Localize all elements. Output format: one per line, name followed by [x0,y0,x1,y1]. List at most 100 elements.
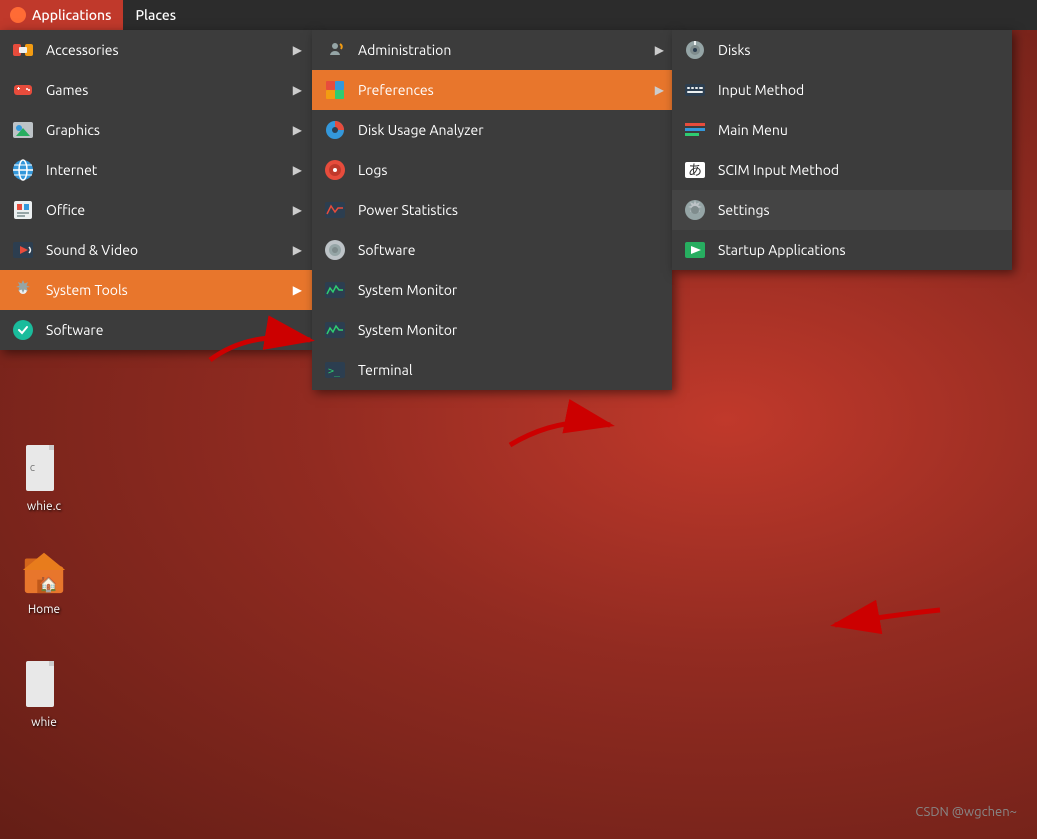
menu-item-sound-video[interactable]: Sound & Video ▶ [0,230,312,270]
whie-c-label: whie.c [27,500,61,513]
administration-icon [322,37,348,63]
administration-arrow: ▶ [655,43,664,57]
menu-item-internet[interactable]: Internet ▶ [0,150,312,190]
main-menu-label: Main Menu [718,122,788,138]
whie-c-img: C [20,440,68,496]
submenu-item-preferences[interactable]: Preferences ▶ [312,70,672,110]
menu-item-office[interactable]: Office ▶ [0,190,312,230]
pref-item-settings[interactable]: Settings [672,190,1012,230]
power-stats-icon [322,197,348,223]
office-label: Office [46,202,85,218]
applications-label: Applications [32,7,111,23]
watermark: CSDN @wgchen~ [915,805,1017,819]
submenu-item-logs[interactable]: Logs [312,150,672,190]
pref-item-disks[interactable]: Disks [672,30,1012,70]
places-label: Places [135,7,176,23]
startup-icon [682,237,708,263]
svg-text:>_: >_ [328,366,341,377]
desktop-icon-whie[interactable]: whie [20,656,68,729]
preferences-icon [322,77,348,103]
pref-item-input-method[interactable]: Input Method [672,70,1012,110]
whie-label: whie [31,716,57,729]
terminal-icon: >_ [322,357,348,383]
system-monitor2-icon [322,317,348,343]
places-menu-button[interactable]: Places [123,0,188,30]
settings-icon [682,197,708,223]
main-menu-icon [682,117,708,143]
software-label: Software [46,322,103,338]
menu-item-games[interactable]: Games ▶ [0,70,312,110]
office-icon [10,197,36,223]
software2-label: Software [358,242,415,258]
top-panel: Applications Places [0,0,1037,30]
submenu-item-system-monitor1[interactable]: System Monitor [312,270,672,310]
graphics-label: Graphics [46,122,100,138]
panel-menu-bar: Applications Places [0,0,188,30]
sound-video-icon [10,237,36,263]
desktop-icon-whie-c[interactable]: C whie.c [20,440,68,513]
input-method-label: Input Method [718,82,804,98]
power-stats-label: Power Statistics [358,202,458,218]
preferences-arrow: ▶ [655,83,664,97]
system-tools-arrow: ▶ [293,283,302,297]
preferences-label: Preferences [358,82,434,98]
games-arrow: ▶ [293,83,302,97]
disk-usage-icon [322,117,348,143]
submenu-item-power-stats[interactable]: Power Statistics [312,190,672,230]
svg-text:🏠: 🏠 [39,575,58,593]
menu-item-graphics[interactable]: Graphics ▶ [0,110,312,150]
scim-label: SCIM Input Method [718,162,839,178]
software-icon [10,317,36,343]
pref-item-startup[interactable]: Startup Applications [672,230,1012,270]
games-icon [10,77,36,103]
system-monitor1-label: System Monitor [358,282,457,298]
disks-icon [682,37,708,63]
home-img: 🏠 [20,543,68,599]
system-tools-submenu: Administration ▶ Preferences ▶ Disk Usag… [312,30,672,390]
disk-usage-label: Disk Usage Analyzer [358,122,484,138]
accessories-arrow: ▶ [293,43,302,57]
graphics-arrow: ▶ [293,123,302,137]
accessories-icon [10,37,36,63]
applications-menu-button[interactable]: Applications [0,0,123,30]
menu-item-accessories[interactable]: Accessories ▶ [0,30,312,70]
software2-icon [322,237,348,263]
office-arrow: ▶ [293,203,302,217]
graphics-icon [10,117,36,143]
system-tools-label: System Tools [46,282,128,298]
submenu-item-software[interactable]: Software [312,230,672,270]
pref-item-main-menu[interactable]: Main Menu [672,110,1012,150]
terminal-label: Terminal [358,362,413,378]
administration-label: Administration [358,42,451,58]
games-label: Games [46,82,88,98]
desktop-icons: C whie.c 🏠 Home whie [20,440,68,729]
submenu-item-disk-usage[interactable]: Disk Usage Analyzer [312,110,672,150]
internet-icon [10,157,36,183]
accessories-label: Accessories [46,42,119,58]
submenu-item-terminal[interactable]: >_ Terminal [312,350,672,390]
menu-item-software[interactable]: Software [0,310,312,350]
internet-label: Internet [46,162,97,178]
disks-label: Disks [718,42,751,58]
system-tools-icon [10,277,36,303]
system-monitor2-label: System Monitor [358,322,457,338]
menu-item-system-tools[interactable]: System Tools ▶ [0,270,312,310]
svg-text:あ: あ [688,163,702,179]
input-method-icon [682,77,708,103]
desktop-icon-home[interactable]: 🏠 Home [20,543,68,616]
sound-video-label: Sound & Video [46,242,138,258]
startup-label: Startup Applications [718,242,846,258]
logs-label: Logs [358,162,387,178]
sound-video-arrow: ▶ [293,243,302,257]
preferences-submenu: Disks Input Method Main Menu あ SCIM Inpu… [672,30,1012,270]
settings-label: Settings [718,202,770,218]
logs-icon [322,157,348,183]
applications-dropdown: Accessories ▶ Games ▶ Graphics ▶ Interne… [0,30,312,350]
pref-item-scim[interactable]: あ SCIM Input Method [672,150,1012,190]
whie-img [20,656,68,712]
submenu-item-system-monitor2[interactable]: System Monitor [312,310,672,350]
svg-text:C: C [30,464,35,473]
scim-icon: あ [682,157,708,183]
submenu-item-administration[interactable]: Administration ▶ [312,30,672,70]
internet-arrow: ▶ [293,163,302,177]
